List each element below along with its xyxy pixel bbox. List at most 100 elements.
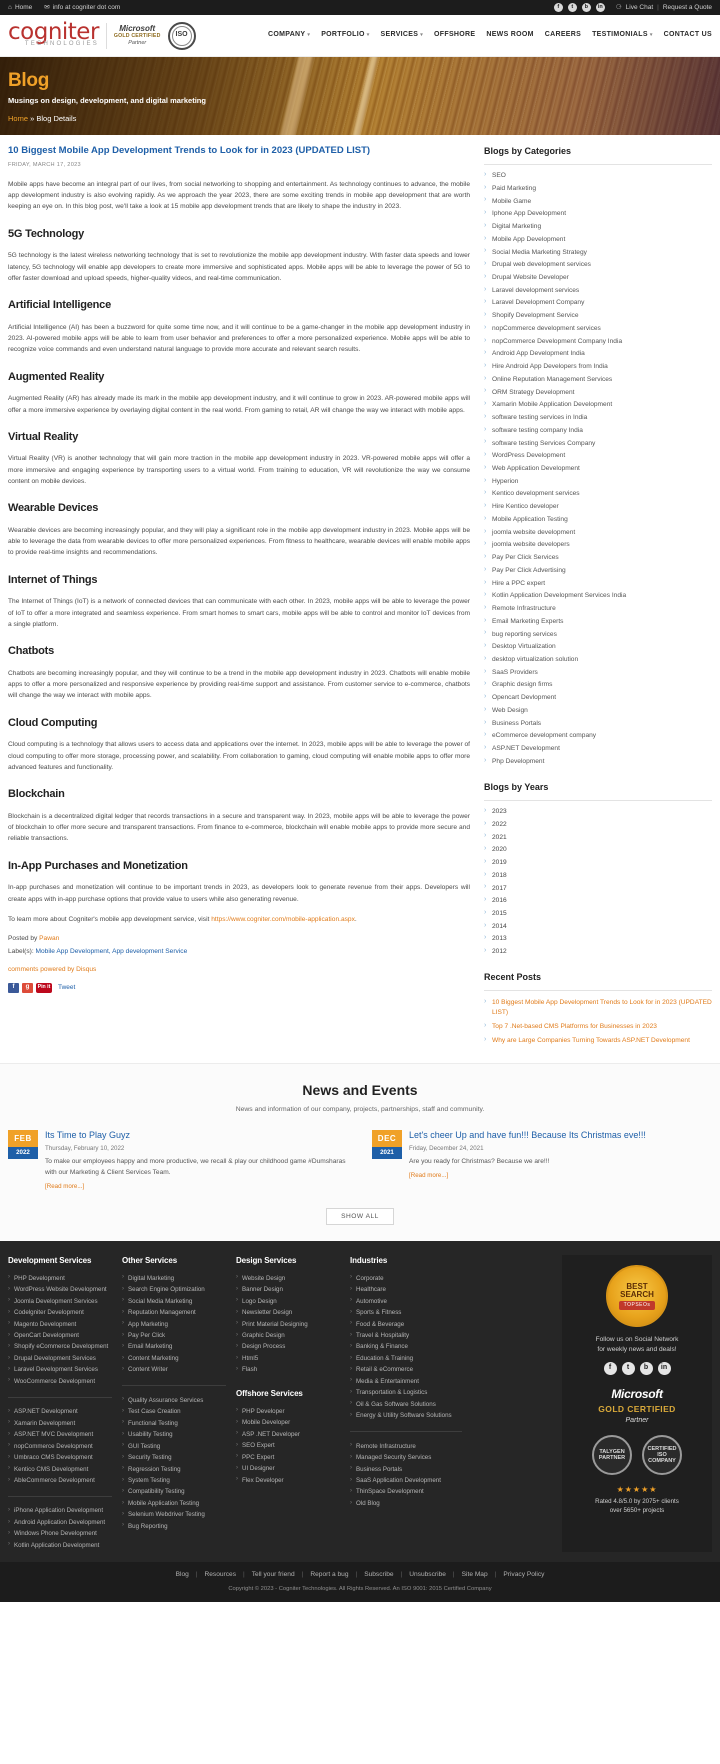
footer-link[interactable]: ASP.NET MVC Development [8, 1430, 112, 1441]
footer-link[interactable]: Joomla Development Services [8, 1296, 112, 1307]
live-chat-link[interactable]: Live Chat [626, 3, 653, 13]
news-title[interactable]: Its Time to Play Guyz [45, 1130, 348, 1141]
linkedin-icon[interactable]: in [657, 1362, 671, 1376]
sidebar-category-item[interactable]: Android App Development India [484, 348, 712, 361]
nav-item-contact-us[interactable]: CONTACT US [664, 30, 712, 41]
footer-link[interactable]: Kentico CMS Development [8, 1464, 112, 1475]
footer-link[interactable]: Education & Training [350, 1354, 462, 1365]
nav-item-careers[interactable]: CAREERS [545, 30, 581, 41]
footer-link[interactable]: PHP Developer [236, 1406, 340, 1417]
sidebar-category-item[interactable]: Mobile Game [484, 195, 712, 208]
footer-link[interactable]: Energy & Utility Software Solutions [350, 1411, 462, 1422]
footer-link[interactable]: Quality Assurance Services [122, 1395, 226, 1406]
footer-link[interactable]: Reputation Management [122, 1308, 226, 1319]
sidebar-category-item[interactable]: Drupal Website Developer [484, 271, 712, 284]
footer-link[interactable]: System Testing [122, 1476, 226, 1487]
sidebar-category-item[interactable]: bug reporting services [484, 628, 712, 641]
sidebar-category-item[interactable]: Shopify Development Service [484, 310, 712, 323]
footer-link[interactable]: Old Blog [350, 1499, 462, 1510]
sidebar-year-item[interactable]: 2021 [484, 831, 712, 844]
bottom-link[interactable]: Site Map [462, 1570, 488, 1580]
sidebar-year-item[interactable]: 2017 [484, 882, 712, 895]
footer-link[interactable]: Search Engine Optimization [122, 1285, 226, 1296]
sidebar-category-item[interactable]: Remote Infrastructure [484, 602, 712, 615]
footer-link[interactable]: Usability Testing [122, 1430, 226, 1441]
footer-link[interactable]: Email Marketing [122, 1342, 226, 1353]
top-email-link[interactable]: ✉ info at cogniter dot com [44, 3, 120, 13]
sidebar-category-item[interactable]: Pay Per Click Advertising [484, 564, 712, 577]
sidebar-category-item[interactable]: Drupal web development services [484, 259, 712, 272]
sidebar-category-item[interactable]: Php Development [484, 755, 712, 768]
footer-link[interactable]: Print Material Designing [236, 1319, 340, 1330]
sidebar-category-item[interactable]: ASP.NET Development [484, 743, 712, 756]
sidebar-category-item[interactable]: Web Application Development [484, 462, 712, 475]
top-home-link[interactable]: ⌂ Home [8, 3, 32, 13]
sidebar-year-item[interactable]: 2018 [484, 869, 712, 882]
bottom-link[interactable]: Privacy Policy [503, 1570, 544, 1580]
sidebar-category-item[interactable]: Xamarin Mobile Application Development [484, 399, 712, 412]
bottom-link[interactable]: Subscribe [364, 1570, 393, 1580]
footer-link[interactable]: Healthcare [350, 1285, 462, 1296]
sidebar-category-item[interactable]: Kentico development services [484, 488, 712, 501]
footer-link[interactable]: Security Testing [122, 1453, 226, 1464]
sidebar-recent-post-item[interactable]: Top 7 .Net-based CMS Platforms for Busin… [484, 1020, 712, 1034]
footer-link[interactable]: SaaS Application Development [350, 1476, 462, 1487]
share-pinterest-button[interactable]: Pin it [36, 982, 52, 993]
post-author-name[interactable]: Pawan [39, 935, 59, 942]
linkedin-icon[interactable]: in [595, 3, 605, 12]
footer-link[interactable]: Oil & Gas Software Solutions [350, 1399, 462, 1410]
sidebar-year-item[interactable]: 2016 [484, 895, 712, 908]
sidebar-category-item[interactable]: Kotlin Application Development Services … [484, 590, 712, 603]
footer-link[interactable]: Transportation & Logistics [350, 1388, 462, 1399]
footer-link[interactable]: ASP.NET Development [8, 1407, 112, 1418]
sidebar-category-item[interactable]: Hire Android App Developers from India [484, 361, 712, 374]
footer-link[interactable]: Functional Testing [122, 1418, 226, 1429]
sidebar-category-item[interactable]: Hire Kentico developer [484, 501, 712, 514]
footer-link[interactable]: Design Process [236, 1342, 340, 1353]
sidebar-year-item[interactable]: 2013 [484, 933, 712, 946]
footer-link[interactable]: Compatibility Testing [122, 1487, 226, 1498]
request-quote-link[interactable]: Request a Quote [663, 3, 712, 13]
twitter-icon[interactable]: t [567, 3, 577, 12]
sidebar-year-item[interactable]: 2020 [484, 844, 712, 857]
sidebar-category-item[interactable]: Email Marketing Experts [484, 615, 712, 628]
footer-link[interactable]: nopCommerce Development [8, 1441, 112, 1452]
footer-link[interactable]: Website Design [236, 1273, 340, 1284]
sidebar-category-item[interactable]: nopCommerce development services [484, 322, 712, 335]
footer-link[interactable]: Windows Phone Development [8, 1529, 112, 1540]
sidebar-category-item[interactable]: Graphic design firms [484, 679, 712, 692]
footer-link[interactable]: Umbraco CMS Development [8, 1453, 112, 1464]
footer-link[interactable]: WooCommerce Development [8, 1376, 112, 1387]
footer-link[interactable]: PPC Expert [236, 1452, 340, 1463]
sidebar-category-item[interactable]: Social Media Marketing Strategy [484, 246, 712, 259]
footer-link[interactable]: Banner Design [236, 1285, 340, 1296]
logo-block[interactable]: cogniter TECHNOLOGIES Microsoft GOLD CER… [8, 20, 196, 50]
breadcrumb-home[interactable]: Home [8, 114, 28, 123]
footer-link[interactable]: AbleCommerce Development [8, 1476, 112, 1487]
nav-item-offshore[interactable]: OFFSHORE [434, 30, 475, 41]
footer-link[interactable]: Sports & Fitness [350, 1308, 462, 1319]
footer-link[interactable]: ASP .NET Developer [236, 1429, 340, 1440]
sidebar-category-item[interactable]: Iphone App Development [484, 208, 712, 221]
footer-link[interactable]: Html5 [236, 1354, 340, 1365]
footer-link[interactable]: Xamarin Development [8, 1418, 112, 1429]
footer-link[interactable]: Laravel Development Services [8, 1365, 112, 1376]
nav-item-portfolio[interactable]: PORTFOLIO ▾ [321, 30, 369, 41]
sidebar-category-item[interactable]: Online Reputation Management Services [484, 373, 712, 386]
footer-link[interactable]: Codelgniter Development [8, 1308, 112, 1319]
sidebar-category-item[interactable]: Pay Per Click Services [484, 552, 712, 565]
blogger-icon[interactable]: b [581, 3, 591, 12]
footer-link[interactable]: Magento Development [8, 1319, 112, 1330]
sidebar-category-item[interactable]: Mobile Application Testing [484, 513, 712, 526]
footer-link[interactable]: Retail & eCommerce [350, 1365, 462, 1376]
facebook-icon[interactable]: f [603, 1362, 617, 1376]
sidebar-category-item[interactable]: Desktop Virtualization [484, 641, 712, 654]
footer-link[interactable]: WordPress Website Development [8, 1285, 112, 1296]
footer-link[interactable]: ThinSpace Development [350, 1487, 462, 1498]
logo[interactable]: cogniter TECHNOLOGIES [8, 20, 99, 50]
sidebar-category-item[interactable]: Paid Marketing [484, 182, 712, 195]
sidebar-year-item[interactable]: 2023 [484, 806, 712, 819]
news-read-more-link[interactable]: [Read more...] [45, 1182, 84, 1191]
footer-link[interactable]: Pay Per Click [122, 1331, 226, 1342]
sidebar-year-item[interactable]: 2022 [484, 818, 712, 831]
